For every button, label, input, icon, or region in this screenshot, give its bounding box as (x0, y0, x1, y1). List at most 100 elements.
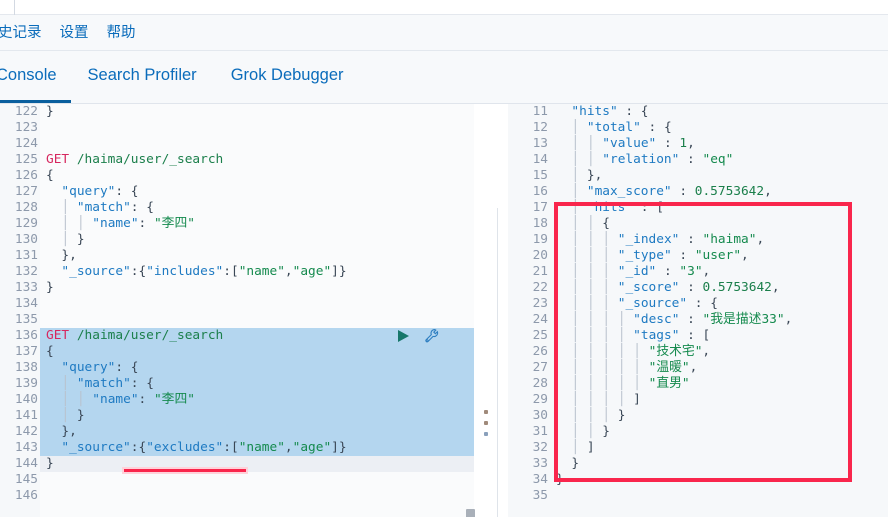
code-line[interactable]: │ "total" : { (550, 120, 888, 136)
code-line[interactable]: } (550, 456, 888, 472)
code-line[interactable]: } (40, 280, 474, 296)
code-line[interactable]: GET /haima/user/_search (40, 328, 474, 344)
line-number: 19 (532, 232, 548, 247)
request-editor-scrollbar[interactable] (466, 509, 475, 517)
code-line[interactable]: } (40, 456, 474, 472)
menu-settings[interactable]: 设置 (51, 15, 98, 51)
code-line[interactable]: │ │ { (550, 216, 888, 232)
code-line[interactable]: "_source":{"excludes":["name","age"]} (40, 440, 474, 456)
line-number: 127▼ (0, 184, 47, 200)
line-number: 132 (14, 264, 38, 279)
code-line[interactable]: │ │ │ │ "tags" : [ (550, 328, 888, 344)
line-number: 123 (14, 120, 38, 135)
code-line[interactable] (40, 120, 474, 136)
app-menu-bar: 史记录 设置 帮助 (0, 15, 888, 51)
code-line[interactable]: │ │ │ "_id" : "3", (550, 264, 888, 280)
code-line[interactable]: │ "hits" : [ (550, 200, 888, 216)
code-line[interactable] (40, 312, 474, 328)
line-number: 135 (14, 312, 38, 327)
response-viewer-pane[interactable]: 11▼12▼131415▲1617▼18▼1920212223▼2425▼262… (508, 104, 888, 517)
code-line[interactable]: }, (40, 424, 474, 440)
code-line[interactable]: │ } (40, 408, 474, 424)
line-number: 20 (532, 248, 548, 263)
code-line[interactable]: │ │ │ "_source" : { (550, 296, 888, 312)
request-code-area[interactable]: } GET /haima/user/_search{ "query": { │ … (40, 104, 474, 517)
kibana-dev-tools-console: 史记录 设置 帮助 Console Search Profiler Grok Debug… (0, 0, 888, 517)
tab-grok-debugger[interactable]: Grok Debugger (214, 50, 361, 103)
request-options-wrench-icon[interactable] (424, 328, 440, 349)
drag-dot (484, 410, 488, 414)
code-line[interactable] (40, 488, 474, 504)
code-line[interactable] (40, 136, 474, 152)
code-line[interactable]: { (40, 168, 474, 184)
code-line[interactable]: │ │ │ } (550, 408, 888, 424)
code-line[interactable]: │ ] (550, 440, 888, 456)
code-line[interactable]: │ │ │ │ │ "技术宅", (550, 344, 888, 360)
line-number: 22 (532, 280, 548, 295)
code-line[interactable]: "_source":{"includes":["name","age"]} (40, 264, 474, 280)
chrome-divider (14, 0, 15, 15)
code-line[interactable]: } (40, 104, 474, 120)
pane-drag-handle[interactable] (484, 410, 489, 437)
code-line[interactable]: │ │ │ │ ] (550, 392, 888, 408)
send-request-play-icon[interactable] (398, 330, 409, 342)
code-line[interactable]: } (550, 472, 888, 488)
code-line[interactable]: }, (40, 248, 474, 264)
code-line[interactable]: │ │ │ "_score" : 0.5753642, (550, 280, 888, 296)
code-line[interactable]: │ "match": { (40, 376, 474, 392)
code-line[interactable]: "hits" : { (550, 104, 888, 120)
line-number: 125 (14, 152, 38, 167)
code-line[interactable] (40, 296, 474, 312)
line-number: 27 (532, 360, 548, 375)
code-line[interactable]: │ "max_score" : 0.5753642, (550, 184, 888, 200)
line-number: 129 (14, 216, 38, 231)
line-number: 35 (532, 488, 548, 503)
pane-separator (497, 208, 498, 517)
menu-help[interactable]: 帮助 (98, 15, 145, 51)
drag-dot (484, 421, 488, 425)
code-line[interactable]: │ │ │ │ │ "直男" (550, 376, 888, 392)
line-number: 122▲ (0, 104, 47, 120)
code-line[interactable] (40, 472, 474, 488)
line-number: 140 (14, 392, 38, 407)
line-number: 126▼ (0, 168, 47, 184)
request-editor-pane[interactable]: 122▲123124125126▼127▼128▼129130▲131▲1321… (0, 104, 474, 517)
line-number: 139▼ (0, 376, 47, 392)
code-line[interactable]: │ │ │ │ │ "温暖", (550, 360, 888, 376)
line-number: 142▲ (0, 424, 47, 440)
line-number: 31▲ (508, 424, 557, 440)
code-line[interactable]: │ │ "value" : 1, (550, 136, 888, 152)
line-number: 128▼ (0, 200, 47, 216)
line-number: 12▼ (508, 120, 557, 136)
code-line[interactable]: "query": { (40, 184, 474, 200)
code-line[interactable]: │ │ "name": "李四" (40, 216, 474, 232)
code-line[interactable]: │ } (40, 232, 474, 248)
code-line[interactable] (550, 488, 888, 504)
line-number: 134 (14, 296, 38, 311)
code-line[interactable]: │ }, (550, 168, 888, 184)
tab-search-profiler[interactable]: Search Profiler (71, 50, 214, 103)
menu-history[interactable]: 史记录 (0, 15, 51, 51)
code-line[interactable]: │ │ │ "_index" : "haima", (550, 232, 888, 248)
code-line[interactable]: "query": { (40, 360, 474, 376)
code-line[interactable]: { (40, 344, 474, 360)
line-number: 23▼ (508, 296, 557, 312)
line-number: 30▲ (508, 408, 557, 424)
code-line[interactable]: GET /haima/user/_search (40, 152, 474, 168)
line-number: 26 (532, 344, 548, 359)
line-number: 32▲ (508, 440, 557, 456)
code-line[interactable]: │ "match": { (40, 200, 474, 216)
line-number: 145 (14, 472, 38, 487)
line-number: 18▼ (508, 216, 557, 232)
line-number: 144▲ (0, 456, 47, 472)
code-line[interactable]: │ │ } (550, 424, 888, 440)
line-number: 143 (14, 440, 38, 455)
tab-console[interactable]: Console (0, 50, 71, 103)
devtools-tab-bar: Console Search Profiler Grok Debugger (0, 51, 888, 104)
code-line[interactable]: │ │ │ │ "desc" : "我是描述33", (550, 312, 888, 328)
line-number: 137▼ (0, 344, 47, 360)
code-line[interactable]: │ │ "name": "李四" (40, 392, 474, 408)
line-number: 25▼ (508, 328, 557, 344)
code-line[interactable]: │ │ "relation" : "eq" (550, 152, 888, 168)
code-line[interactable]: │ │ │ "_type" : "user", (550, 248, 888, 264)
